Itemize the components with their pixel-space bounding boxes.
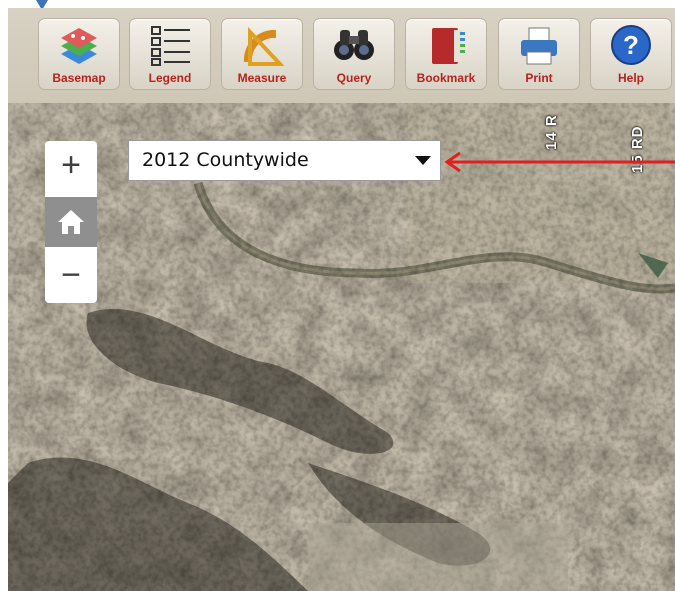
basemap-selector[interactable]: 2012 Countywide: [128, 140, 441, 181]
home-icon: [58, 210, 84, 234]
chevron-down-icon: [415, 156, 431, 165]
measure-icon: [243, 26, 284, 66]
legend-button[interactable]: Legend: [129, 18, 211, 90]
basemap-button[interactable]: Basemap: [38, 18, 120, 90]
zoom-in-button[interactable]: +: [45, 141, 97, 191]
print-label: Print: [525, 71, 553, 85]
measure-button[interactable]: Measure: [221, 18, 303, 90]
map-view[interactable]: 14 R 15 RD + − 2012 Countywide: [8, 103, 675, 591]
road-label-14: 14 R: [543, 114, 560, 150]
zoom-control: + −: [45, 141, 97, 303]
binoculars-icon: [334, 30, 374, 60]
bookmark-label: Bookmark: [416, 71, 476, 85]
query-button[interactable]: Query: [313, 18, 395, 90]
zoom-out-button[interactable]: −: [45, 251, 97, 301]
bookmark-button[interactable]: Bookmark: [405, 18, 487, 90]
annotation-arrow-icon: [444, 151, 675, 173]
measure-label: Measure: [237, 71, 287, 85]
bookmark-icon: [432, 28, 465, 64]
legend-icon: [151, 26, 190, 66]
svg-text:?: ?: [623, 30, 639, 60]
legend-label: Legend: [148, 71, 192, 85]
help-label: Help: [617, 71, 644, 85]
query-label: Query: [336, 71, 372, 85]
toolbar: Basemap Legend Measure Query Bookmark Pr…: [8, 8, 675, 103]
basemap-label: Basemap: [52, 71, 106, 85]
basemap-icon: [61, 28, 97, 64]
print-button[interactable]: Print: [498, 18, 580, 90]
help-icon: ?: [611, 25, 651, 65]
help-button[interactable]: ? Help: [590, 18, 672, 90]
basemap-selector-value: 2012 Countywide: [142, 149, 309, 171]
home-button[interactable]: [45, 197, 97, 247]
printer-icon: [521, 27, 557, 65]
